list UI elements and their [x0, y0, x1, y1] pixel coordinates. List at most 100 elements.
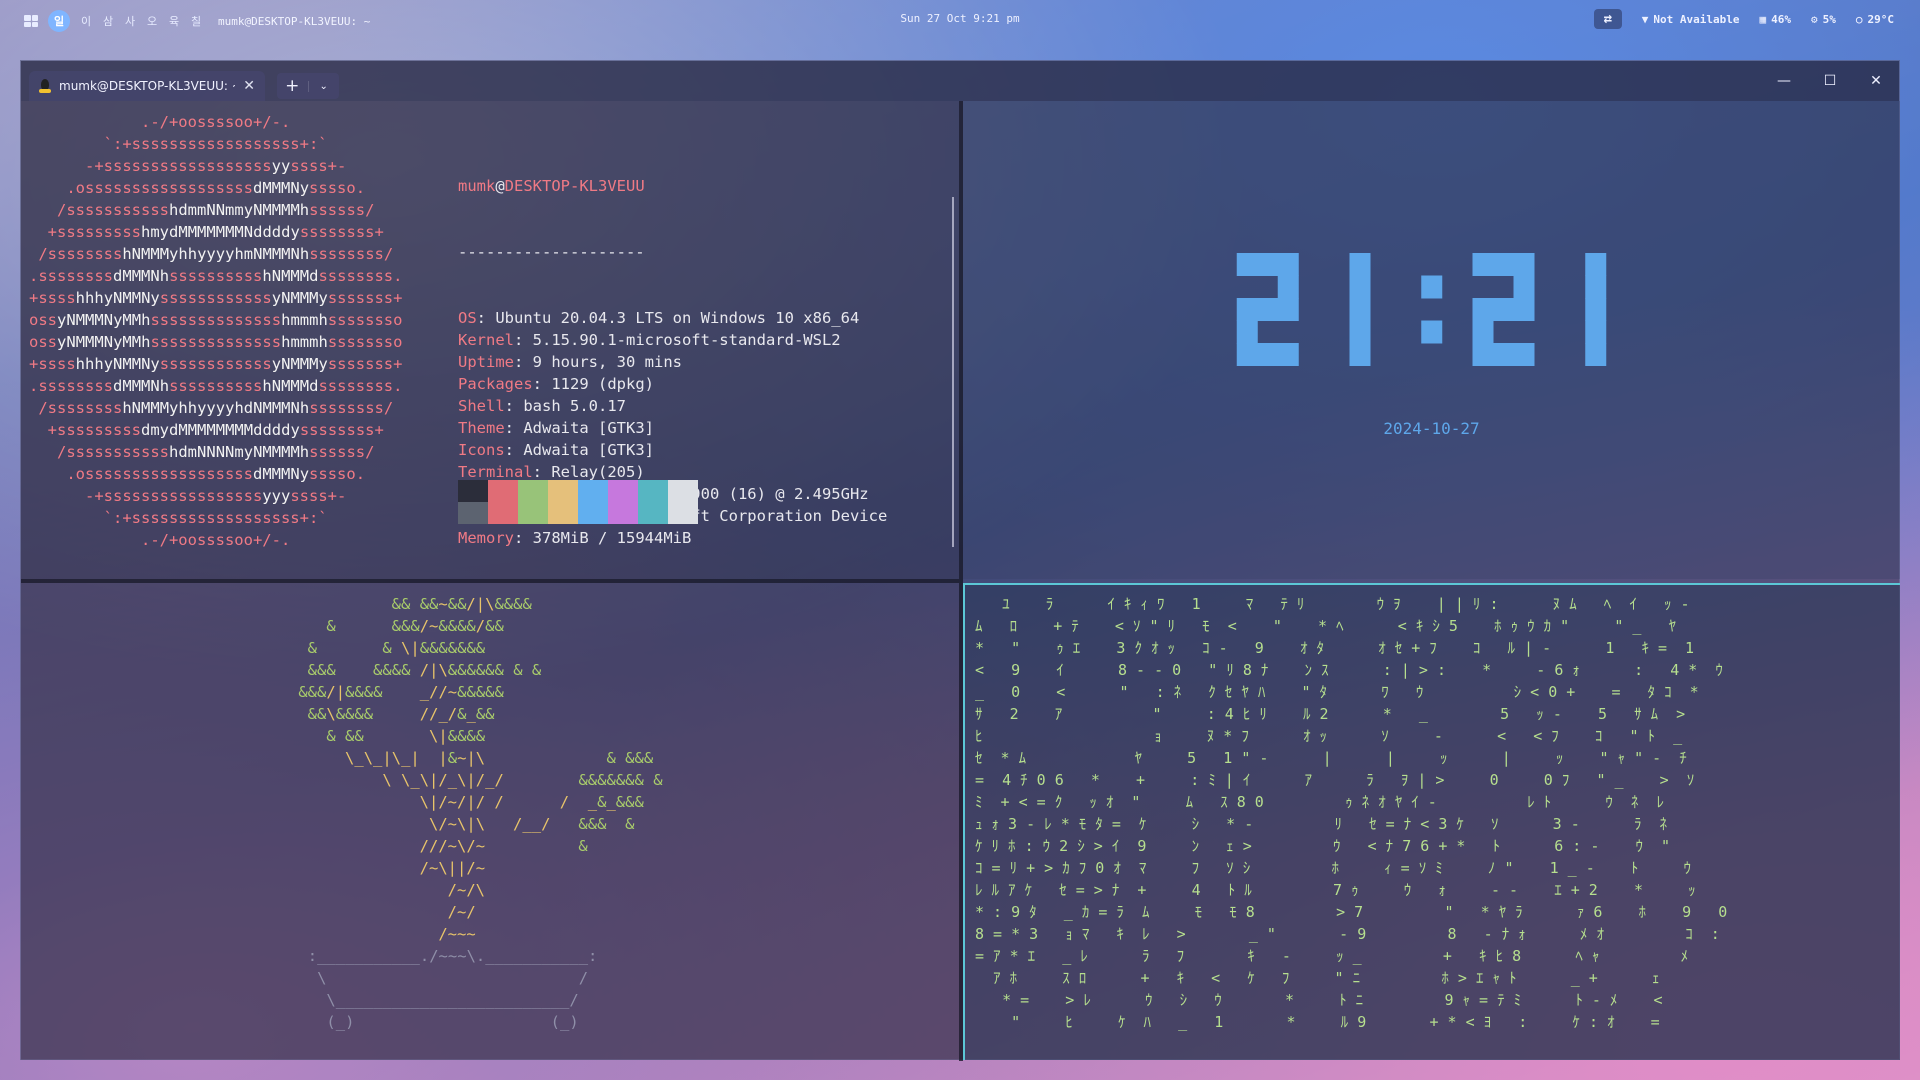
ascii-logo-line: +sssshhhyNMMNyssssssssssssyNMMMysssssss+	[29, 289, 403, 307]
ascii-logo-line: -+sssssssssssssssssyyyssss+-	[29, 487, 347, 505]
workspace-3[interactable]: 삼	[102, 13, 114, 29]
info-row: OS: Ubuntu 20.04.3 LTS on Windows 10 x86…	[458, 307, 887, 329]
terminal-tab[interactable]: mumk@DESKTOP-KL3VEUU: ~ ✕	[29, 71, 265, 101]
close-tab-icon[interactable]: ✕	[243, 78, 255, 94]
tab-title: mumk@DESKTOP-KL3VEUU: ~	[59, 79, 236, 93]
info-key: Kernel	[458, 331, 514, 349]
matrix-line: ｺ = ﾘ + > ｶ ﾌ 0 ｵ ﾏ ﾌ ｿ ｼ ﾎ ｨ = ｿ ﾐ ﾉ " …	[975, 859, 1692, 877]
big-digital-clock	[1236, 253, 1607, 366]
bonsai-line: /~/\	[447, 881, 486, 899]
matrix-line: ﾕ ﾗ ｲ ｷ ｨ ﾜ 1 ﾏ ﾃ ﾘ ｳ ｦ | | ﾘ : ﾇ ﾑ ﾍ ｲ …	[975, 595, 1690, 613]
color-palette	[458, 480, 698, 524]
close-window-button[interactable]: ✕	[1853, 61, 1899, 101]
matrix-line: * : 9 ﾀ _ ｶ = ﾗ ﾑ ﾓ ﾓ 8 > 7 " * ﾔ ﾗ ｧ 6 …	[975, 903, 1728, 921]
clock-date: 2024-10-27	[1383, 419, 1480, 438]
at-sign: @	[495, 177, 505, 195]
info-row: Kernel: 5.15.90.1-microsoft-standard-WSL…	[458, 329, 887, 351]
workspace-4[interactable]: 사	[124, 13, 136, 29]
taskbar: 일 이 삼 사 오 육 칠 mumk@DESKTOP-KL3VEUU: ~ Su…	[0, 0, 1920, 38]
ascii-logo-line: .-/+oossssoo+/-.	[29, 531, 291, 549]
pane-divider-horizontal[interactable]	[21, 579, 959, 583]
clock-digit	[1585, 253, 1607, 366]
workspace-2[interactable]: 이	[80, 13, 92, 29]
matrix-pane[interactable]: ﾕ ﾗ ｲ ｷ ｨ ﾜ 1 ﾏ ﾃ ﾘ ｳ ｦ | | ﾘ : ﾇ ﾑ ﾍ ｲ …	[963, 583, 1900, 1060]
info-colon: :	[514, 529, 533, 547]
neofetch-pane[interactable]: .-/+oossssoo+/-. `:+ssssssssssssssssss+:…	[21, 101, 959, 579]
temperature-status[interactable]: ○ 29°C	[1856, 13, 1894, 26]
info-colon: :	[514, 331, 533, 349]
ascii-logo-line: `:+ssssssssssssssssss+:`	[29, 509, 328, 527]
palette-swatch	[668, 480, 698, 502]
matrix-line: ｾ * ﾑ ﾔ 5 1 " - | | ｯ | ｯ " ｬ " - ﾁ	[975, 749, 1687, 767]
pane-divider-vertical[interactable]	[959, 101, 963, 1061]
bonsai-line: \_________________________/	[326, 991, 579, 1009]
ascii-logo-line: /sssssssshNMMMyhhyyyyhdNMMMNhssssssss/	[29, 399, 394, 417]
ascii-logo-line: +ssssssssshmydMMMMMMMNddddyssssssss+	[29, 223, 384, 241]
palette-swatch	[638, 502, 668, 524]
workspace-5[interactable]: 오	[146, 13, 158, 29]
wifi-icon: ▼	[1641, 12, 1649, 26]
windows-icon[interactable]	[24, 15, 38, 27]
bonsai-line: :___________./~~~\.___________:	[307, 947, 598, 965]
ascii-logo-line: +sssshhhyNMMNyssssssssssssyNMMMysssssss+	[29, 355, 403, 373]
date-time[interactable]: Sun 27 Oct 9:21 pm	[900, 12, 1019, 25]
bonsai-line: & && \|&&&&	[326, 727, 486, 745]
swap-layout-icon[interactable]: ⇄	[1593, 9, 1622, 29]
info-colon: :	[514, 353, 533, 371]
bonsai-line: /~/	[447, 903, 476, 921]
bonsai-line: \ \_\|/_\|/_/ &&&&&&& &	[382, 771, 663, 789]
palette-swatch	[518, 502, 548, 524]
bonsai-line: (_) (_)	[326, 1013, 579, 1031]
maximize-button[interactable]: ☐	[1807, 61, 1853, 101]
workspace-7[interactable]: 칠	[190, 13, 202, 29]
ascii-logo-line: /ssssssssssshdmNNNNmyNMMMMhssssss/	[29, 443, 375, 461]
palette-swatch	[668, 502, 698, 524]
palette-swatch	[458, 480, 488, 502]
workspace-6[interactable]: 육	[168, 13, 180, 29]
terminal-window: mumk@DESKTOP-KL3VEUU: ~ ✕ + ⌄ — ☐ ✕ .-/+…	[20, 60, 1900, 1061]
workspace-1[interactable]: 일	[48, 10, 70, 32]
network-status[interactable]: ▼ Not Available	[1642, 13, 1740, 26]
matrix-line: * " ｩ ｴ 3 ｸ ｵ ｯ ｺ - 9 ｵ ﾀ ｵ ｾ + ﾌ ｺ ﾙ | …	[975, 639, 1695, 657]
memory-status[interactable]: ▦ 46%	[1760, 13, 1792, 26]
ascii-logo-line: .ssssssssdMMMNhsssssssssshNMMMdssssssss.	[29, 377, 403, 395]
info-row: Icons: Adwaita [GTK3]	[458, 439, 887, 461]
palette-swatch	[578, 480, 608, 502]
cpu-label: 5%	[1822, 12, 1836, 26]
minimize-button[interactable]: —	[1761, 61, 1807, 101]
cpu-status[interactable]: ⚙ 5%	[1811, 13, 1836, 26]
ascii-logo-line: +sssssssssdmydMMMMMMMMddddyssssssss+	[29, 421, 384, 439]
bonsai-line: \|/~/|/ / / _&_&&&	[419, 793, 644, 811]
workspace-list: 일 이 삼 사 오 육 칠	[48, 10, 202, 32]
info-key: OS	[458, 309, 477, 327]
bonsai-tree-art: && &&~&&/|\&&&& & &&&/~&&&&/&& & & \|&&&…	[261, 593, 663, 1033]
palette-swatch	[608, 502, 638, 524]
info-value: Relay(205)	[551, 463, 645, 481]
matrix-line: ｻ 2 ｱ " : 4 ﾋ ﾘ ﾙ 2 * _ 5 ｯ - 5 ｻ ﾑ >	[975, 705, 1686, 723]
bonsai-line: && &&~&&/|\&&&&	[391, 595, 532, 613]
new-tab-group: + ⌄	[277, 73, 339, 99]
clock-digit	[1349, 253, 1371, 366]
info-row: Shell: bash 5.0.17	[458, 395, 887, 417]
clock-pane[interactable]: 2024-10-27	[963, 101, 1900, 579]
new-tab-button[interactable]: +	[277, 76, 308, 96]
info-value: bash 5.0.17	[523, 397, 626, 415]
info-key: Packages	[458, 375, 533, 393]
matrix-line: * = > ﾚ ｳ ｼ ｳ * ﾄ ﾆ 9 ｬ = ﾃ ﾐ ﾄ - ﾒ <	[975, 991, 1663, 1009]
info-value: 5.15.90.1-microsoft-standard-WSL2	[532, 331, 841, 349]
matrix-rain-text: ﾕ ﾗ ｲ ｷ ｨ ﾜ 1 ﾏ ﾃ ﾘ ｳ ｦ | | ﾘ : ﾇ ﾑ ﾍ ｲ …	[975, 593, 1727, 1033]
info-key: Theme	[458, 419, 505, 437]
info-colon: :	[504, 397, 524, 415]
info-key: Memory	[458, 529, 514, 547]
hostname: DESKTOP-KL3VEUU	[504, 177, 645, 195]
info-colon: :	[532, 375, 552, 393]
chevron-down-icon[interactable]: ⌄	[307, 80, 340, 92]
clock-digit	[1472, 253, 1535, 366]
ascii-logo-line: .ssssssssdMMMNhsssssssssshNMMMdssssssss.	[29, 267, 403, 285]
matrix-line: ｱ ﾎ ｽ ﾛ + ｷ < ｹ ﾌ " ﾆ ﾎ > ｴ ｬ ﾄ _ + ｪ	[975, 969, 1660, 987]
bonsai-pane[interactable]: && &&~&&/|\&&&& & &&&/~&&&&/&& & & \|&&&…	[21, 583, 959, 1060]
palette-swatch	[608, 480, 638, 502]
cpu-icon: ⚙	[1811, 12, 1818, 26]
user-host-line: mumk@DESKTOP-KL3VEUU	[458, 175, 887, 197]
scrollbar[interactable]	[952, 197, 954, 547]
